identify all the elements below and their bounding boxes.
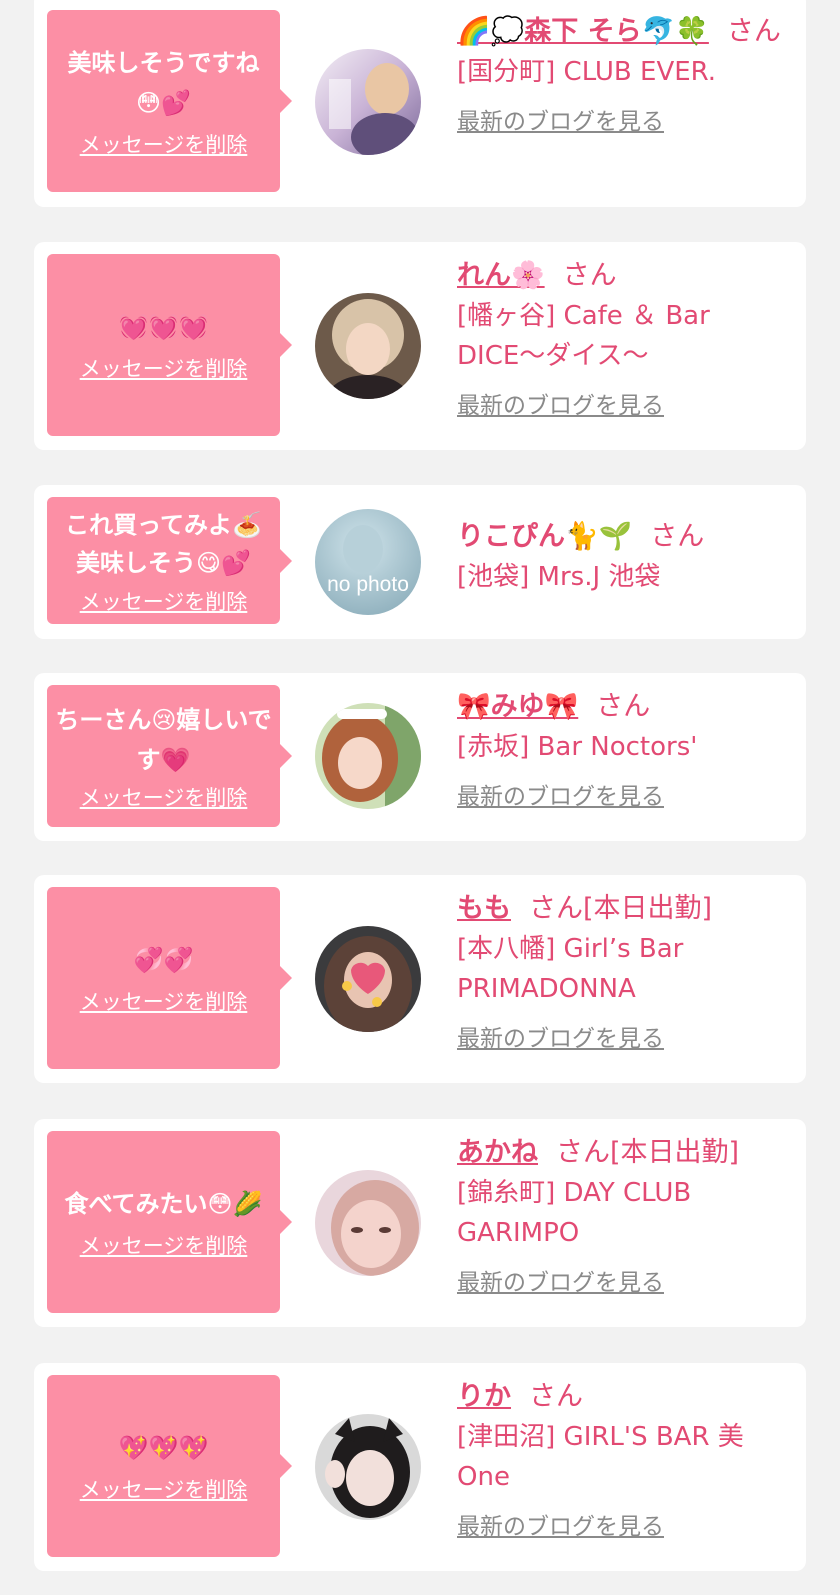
message-bubble: これ買ってみよ🍝美味しそう😋💕 メッセージを削除 bbox=[47, 497, 292, 624]
cast-info: もも さん[本日出勤] [本八幡] Girl’s Bar PRIMADONNA 最… bbox=[457, 889, 792, 1053]
no-photo-text: no photo bbox=[327, 573, 409, 596]
avatar[interactable] bbox=[315, 1414, 421, 1520]
cast-name-link[interactable]: あかね bbox=[457, 1137, 538, 1168]
avatar[interactable] bbox=[315, 926, 421, 1032]
delete-message-link[interactable]: メッセージを削除 bbox=[80, 586, 248, 616]
message-text: 💖💖💖 bbox=[118, 1434, 209, 1462]
honorific: さん bbox=[556, 1137, 610, 1168]
honorific: さん bbox=[596, 691, 651, 722]
list-item: 💞💞 メッセージを削除 もも さん[本日出勤] [本八幡] Girl’s Bar … bbox=[34, 875, 806, 1083]
shop-text: [本八幡] Girl’s Bar PRIMADONNA bbox=[457, 934, 684, 1004]
cast-name-link[interactable]: りこぴん🐈🌱 bbox=[457, 521, 632, 552]
message-bubble: ちーさん😢嬉しいです💗 メッセージを削除 bbox=[47, 685, 292, 827]
honorific: さん bbox=[529, 893, 583, 924]
message-bubble: 💞💞 メッセージを削除 bbox=[47, 887, 292, 1069]
message-text: 💞💞 bbox=[133, 946, 194, 974]
honorific: さん bbox=[650, 521, 705, 552]
message-text: ちーさん😢嬉しいです💗 bbox=[55, 706, 272, 774]
list-item: ちーさん😢嬉しいです💗 メッセージを削除 🎀みゆ🎀 さん [赤坂] Bar Noc… bbox=[34, 673, 806, 841]
message-bubble: 💓💓💓 メッセージを削除 bbox=[47, 254, 292, 436]
cast-name-link[interactable]: 🎀みゆ🎀 bbox=[457, 691, 578, 722]
list-item: 美味しそうですね😳💕 メッセージを削除 🌈💭森下 そら🐬🍀 さん [国分町] C… bbox=[34, 0, 806, 207]
honorific: さん bbox=[562, 260, 617, 291]
latest-blog-link[interactable]: 最新のブログを見る bbox=[457, 386, 664, 420]
list-item: これ買ってみよ🍝美味しそう😋💕 メッセージを削除 no photo りこぴん🐈🌱… bbox=[34, 485, 806, 639]
shop-text: [国分町] CLUB EVER. bbox=[457, 57, 717, 87]
delete-message-link[interactable]: メッセージを削除 bbox=[80, 129, 248, 159]
name-line: れん🌸 さん bbox=[457, 256, 792, 296]
latest-blog-link[interactable]: 最新のブログを見る bbox=[457, 1263, 664, 1297]
delete-message-link[interactable]: メッセージを削除 bbox=[80, 782, 248, 812]
message-bubble: 💖💖💖 メッセージを削除 bbox=[47, 1375, 292, 1557]
message-text: 食べてみたい😳🌽 bbox=[64, 1190, 263, 1218]
name-line: 🌈💭森下 そら🐬🍀 さん bbox=[457, 12, 792, 52]
shop-text: [幡ヶ谷] Cafe ＆ Bar DICE〜ダイス〜 bbox=[457, 301, 710, 371]
cast-name-link[interactable]: もも bbox=[457, 893, 511, 924]
cast-info: りこぴん🐈🌱 さん [池袋] Mrs.J 池袋 bbox=[457, 517, 792, 597]
name-line: 🎀みゆ🎀 さん bbox=[457, 687, 792, 727]
honorific: さん bbox=[529, 1381, 583, 1412]
shop-text: [池袋] Mrs.J 池袋 bbox=[457, 562, 661, 592]
list-item: 食べてみたい😳🌽 メッセージを削除 あかね さん[本日出勤] [錦糸町] DAY … bbox=[34, 1119, 806, 1327]
cast-name-link[interactable]: りか bbox=[457, 1381, 511, 1412]
status-text: [本日出勤] bbox=[610, 1137, 740, 1168]
cast-info: 🌈💭森下 そら🐬🍀 さん [国分町] CLUB EVER. 最新のブログを見る bbox=[457, 12, 792, 136]
honorific: さん bbox=[726, 16, 781, 47]
message-text: 💓💓💓 bbox=[118, 313, 209, 341]
delete-message-link[interactable]: メッセージを削除 bbox=[80, 353, 248, 383]
avatar[interactable] bbox=[315, 1170, 421, 1276]
favorites-list: 美味しそうですね😳💕 メッセージを削除 🌈💭森下 そら🐬🍀 さん [国分町] C… bbox=[0, 0, 840, 1595]
message-bubble: 食べてみたい😳🌽 メッセージを削除 bbox=[47, 1131, 292, 1313]
list-item: 💓💓💓 メッセージを削除 れん🌸 さん [幡ヶ谷] Cafe ＆ Bar DICE… bbox=[34, 242, 806, 450]
cast-info: あかね さん[本日出勤] [錦糸町] DAY CLUB GARIMPO 最新のブロ… bbox=[457, 1133, 792, 1297]
shop-text: [赤坂] Bar Noctors' bbox=[457, 732, 698, 762]
latest-blog-link[interactable]: 最新のブログを見る bbox=[457, 102, 664, 136]
cast-info: れん🌸 さん [幡ヶ谷] Cafe ＆ Bar DICE〜ダイス〜 最新のブログを… bbox=[457, 256, 792, 420]
message-bubble: 美味しそうですね😳💕 メッセージを削除 bbox=[47, 10, 292, 192]
list-item: 💖💖💖 メッセージを削除 りか さん [津田沼] GIRL'S BAR 美One … bbox=[34, 1363, 806, 1571]
cast-info: 🎀みゆ🎀 さん [赤坂] Bar Noctors' 最新のブログを見る bbox=[457, 687, 792, 811]
delete-message-link[interactable]: メッセージを削除 bbox=[80, 986, 248, 1016]
delete-message-link[interactable]: メッセージを削除 bbox=[80, 1230, 248, 1260]
name-line: あかね さん[本日出勤] bbox=[457, 1133, 792, 1173]
name-line: もも さん[本日出勤] bbox=[457, 889, 792, 929]
cast-name-link[interactable]: れん🌸 bbox=[457, 260, 545, 291]
avatar[interactable]: no photo bbox=[315, 509, 421, 615]
latest-blog-link[interactable]: 最新のブログを見る bbox=[457, 1019, 664, 1053]
cast-info: りか さん [津田沼] GIRL'S BAR 美One 最新のブログを見る bbox=[457, 1377, 792, 1541]
latest-blog-link[interactable]: 最新のブログを見る bbox=[457, 1507, 664, 1541]
name-line: りこぴん🐈🌱 さん bbox=[457, 517, 792, 557]
name-line: りか さん bbox=[457, 1377, 792, 1417]
avatar[interactable] bbox=[315, 703, 421, 809]
latest-blog-link[interactable]: 最新のブログを見る bbox=[457, 777, 664, 811]
shop-text: [錦糸町] DAY CLUB GARIMPO bbox=[457, 1178, 692, 1248]
shop-text: [津田沼] GIRL'S BAR 美One bbox=[457, 1422, 744, 1492]
delete-message-link[interactable]: メッセージを削除 bbox=[80, 1474, 248, 1504]
avatar[interactable] bbox=[315, 293, 421, 399]
message-text: 美味しそうですね😳💕 bbox=[67, 49, 260, 117]
status-text: [本日出勤] bbox=[583, 893, 713, 924]
avatar[interactable] bbox=[315, 49, 421, 155]
message-text: これ買ってみよ🍝美味しそう😋💕 bbox=[65, 510, 262, 577]
cast-name-link[interactable]: 🌈💭森下 そら🐬🍀 bbox=[457, 16, 709, 47]
